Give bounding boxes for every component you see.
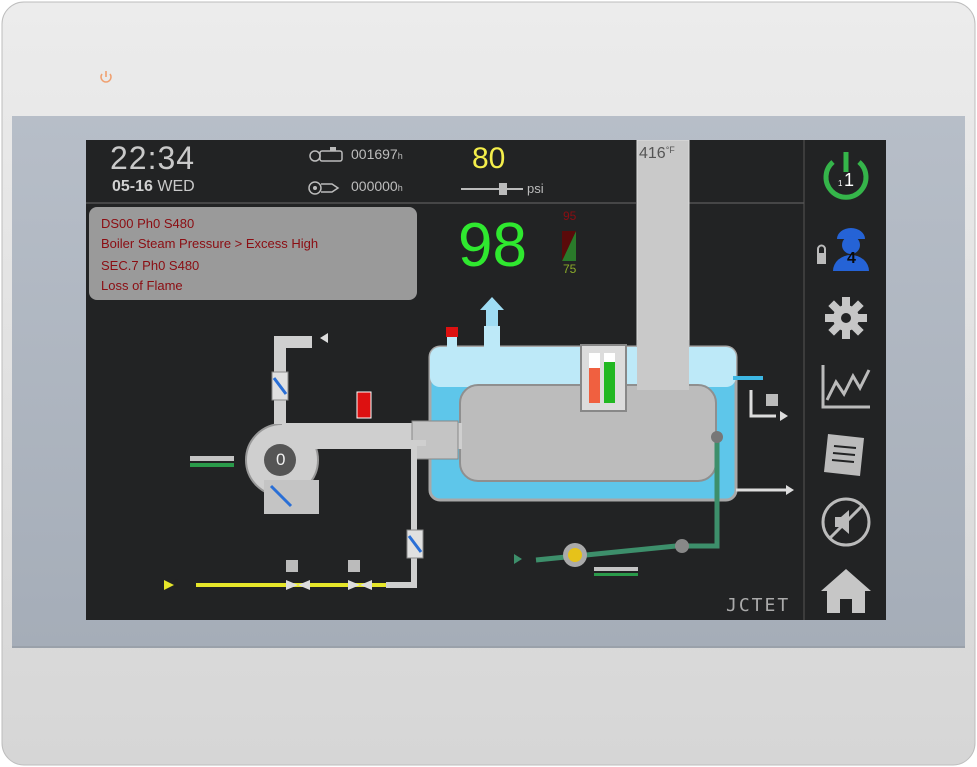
- burner-firing-rate: 0: [276, 450, 286, 469]
- hmi-screen: 22:34 05-16 WED 001697h 000000h 80 psi 4…: [86, 140, 886, 620]
- alarm-panel[interactable]: DS00 Ph0 S480 Boiler Steam Pressure > Ex…: [89, 207, 417, 300]
- user-level-badge: 4: [847, 250, 856, 267]
- stack-temp-unit: °F: [665, 145, 675, 155]
- mute-icon: [821, 497, 871, 547]
- power-button[interactable]: 1 1: [808, 146, 884, 204]
- alarm-line-2: Boiler Steam Pressure > Excess High: [101, 236, 319, 251]
- trend-icon: [821, 365, 871, 409]
- home-button[interactable]: [808, 562, 884, 618]
- gear-icon: [825, 297, 867, 339]
- home-icon: [821, 569, 871, 613]
- brand-logo: JCTET: [726, 595, 791, 616]
- user-icon: [817, 228, 869, 271]
- mute-alarm-button[interactable]: [808, 494, 884, 550]
- fuel-inlet-label: 1: [173, 577, 180, 591]
- stack-temperature: 416°F: [639, 145, 675, 163]
- alarm-line-4: Loss of Flame: [101, 278, 183, 293]
- power-badge: 1: [844, 170, 855, 190]
- log-document-icon: [824, 434, 864, 476]
- alarm-line-3: SEC.7 Ph0 S480: [101, 258, 200, 273]
- power-led-icon: [98, 69, 114, 85]
- event-log-button[interactable]: [808, 426, 884, 482]
- settings-button[interactable]: [808, 290, 884, 346]
- level-low-limit: 75: [563, 262, 577, 276]
- alarm-line-1: DS00 Ph0 S480: [101, 216, 195, 231]
- user-login-button[interactable]: 4: [808, 218, 884, 274]
- trend-chart-button[interactable]: [808, 358, 884, 414]
- level-band-icon: [562, 231, 576, 266]
- water-level-value: 98: [458, 211, 527, 280]
- stack-temp-value: 416: [639, 145, 666, 162]
- power-superscript: 1: [838, 179, 843, 188]
- level-high-limit: 95: [563, 209, 577, 223]
